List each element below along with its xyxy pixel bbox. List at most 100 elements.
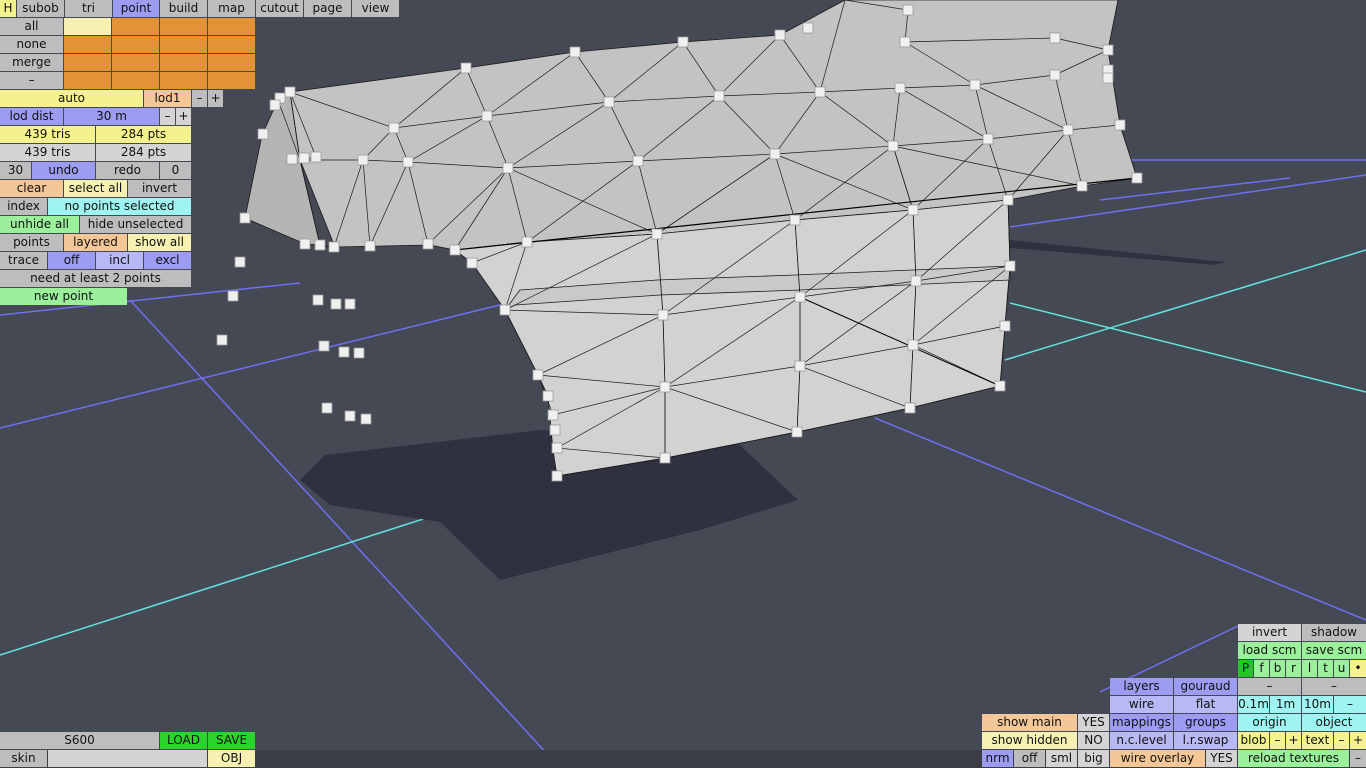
vertex-handle[interactable] [499, 304, 511, 316]
vertex-handle[interactable] [677, 36, 689, 48]
vertex-handle[interactable] [774, 29, 786, 41]
vertex-handle[interactable] [460, 62, 472, 74]
vertex-handle[interactable] [357, 154, 369, 166]
layered-button[interactable]: layered [64, 234, 127, 251]
layer-slot[interactable] [64, 54, 111, 71]
vertex-handle[interactable] [234, 256, 246, 268]
show-hidden-value[interactable]: NO [1078, 732, 1109, 749]
select-all-points-button[interactable]: select all [64, 180, 127, 197]
tab-subob[interactable]: subob [17, 0, 64, 17]
vertex-handle[interactable] [713, 90, 725, 102]
layer-slot[interactable] [160, 36, 207, 53]
wire-button[interactable]: wire [1110, 696, 1173, 713]
vertex-handle[interactable] [353, 347, 365, 359]
groups-button[interactable]: groups [1174, 714, 1237, 731]
vertex-handle[interactable] [1102, 44, 1114, 56]
layer-slot[interactable] [160, 18, 207, 35]
vertex-handle[interactable] [216, 334, 228, 346]
save-scm-button[interactable]: save scm [1302, 642, 1366, 659]
view-perspective-button[interactable]: P [1238, 660, 1253, 677]
vertex-handle[interactable] [521, 236, 533, 248]
layer-slot[interactable] [64, 36, 111, 53]
vertex-handle[interactable] [239, 212, 251, 224]
vertex-handle[interactable] [547, 409, 559, 421]
vertex-handle[interactable] [659, 381, 671, 393]
vertex-handle[interactable] [227, 290, 239, 302]
lod-dist-decrease-button[interactable]: – [160, 108, 175, 125]
vertex-handle[interactable] [402, 156, 414, 168]
merge-button[interactable]: merge [0, 54, 63, 71]
vertex-handle[interactable] [314, 239, 326, 251]
vertex-handle[interactable] [312, 294, 324, 306]
vertex-handle[interactable] [388, 122, 400, 134]
gouraud-button[interactable]: gouraud [1174, 678, 1237, 695]
view-right-button[interactable]: r [1286, 660, 1301, 677]
small-size-button[interactable]: sml [1046, 750, 1077, 767]
redo-button[interactable]: redo [96, 162, 159, 179]
view-minus-button-2[interactable]: – [1302, 678, 1366, 695]
lod-level-button[interactable]: lod1 [144, 90, 191, 107]
show-main-button[interactable]: show main [982, 714, 1077, 731]
view-back-button[interactable]: b [1270, 660, 1285, 677]
vertex-handle[interactable] [551, 470, 563, 482]
vertex-handle[interactable] [1049, 69, 1061, 81]
lod-dist-value[interactable]: 30 m [64, 108, 159, 125]
layer-slot[interactable] [112, 54, 159, 71]
show-main-value[interactable]: YES [1078, 714, 1109, 731]
layer-slot[interactable] [64, 72, 111, 89]
view-dot-icon[interactable]: • [1350, 660, 1366, 677]
invert-view-button[interactable]: invert [1238, 624, 1301, 641]
vertex-handle[interactable] [603, 96, 615, 108]
load-scm-button[interactable]: load scm [1238, 642, 1301, 659]
tab-cutout[interactable]: cutout [256, 0, 303, 17]
vertex-handle[interactable] [284, 86, 296, 98]
vertex-handle[interactable] [794, 291, 806, 303]
wire-overlay-value[interactable]: YES [1206, 750, 1237, 767]
vertex-handle[interactable] [551, 442, 563, 454]
reload-textures-button[interactable]: reload textures [1238, 750, 1349, 767]
layers-button[interactable]: layers [1110, 678, 1173, 695]
big-size-button[interactable]: big [1078, 750, 1109, 767]
vertex-handle[interactable] [910, 275, 922, 287]
step-10m-button[interactable]: 10m [1302, 696, 1333, 713]
vertex-handle[interactable] [502, 162, 514, 174]
vertex-handle[interactable] [549, 424, 561, 436]
show-all-button[interactable]: show all [128, 234, 191, 251]
vertex-handle[interactable] [481, 110, 493, 122]
undo-button[interactable]: undo [32, 162, 95, 179]
vertex-handle[interactable] [1049, 32, 1061, 44]
size-off-button[interactable]: off [1014, 750, 1045, 767]
vertex-handle[interactable] [902, 4, 914, 16]
vertex-handle[interactable] [894, 82, 906, 94]
vertex-handle[interactable] [907, 204, 919, 216]
reload-minus-button[interactable]: – [1350, 750, 1366, 767]
trace-off-button[interactable]: off [48, 252, 95, 269]
blob-decrease-button[interactable]: – [1270, 732, 1285, 749]
lod-increase-button[interactable]: + [208, 90, 223, 107]
format-button[interactable]: OBJ [208, 750, 255, 767]
mappings-button[interactable]: mappings [1110, 714, 1173, 731]
origin-button[interactable]: origin [1238, 714, 1301, 731]
invert-selection-button[interactable]: invert [128, 180, 191, 197]
vertex-handle[interactable] [328, 241, 340, 253]
vertex-handle[interactable] [769, 148, 781, 160]
view-under-button[interactable]: u [1334, 660, 1349, 677]
vertex-handle[interactable] [330, 298, 342, 310]
vertex-handle[interactable] [286, 153, 298, 165]
view-top-button[interactable]: t [1318, 660, 1333, 677]
vertex-handle[interactable] [532, 369, 544, 381]
tab-point[interactable]: point [113, 0, 159, 17]
layer-slot[interactable] [64, 18, 111, 35]
vertex-handle[interactable] [1076, 180, 1088, 192]
trace-excl-button[interactable]: excl [144, 252, 191, 269]
step-minus-button[interactable]: – [1334, 696, 1366, 713]
tab-map[interactable]: map [208, 0, 255, 17]
tab-tri[interactable]: tri [65, 0, 112, 17]
text-decrease-button[interactable]: – [1334, 732, 1349, 749]
vertex-handle[interactable] [449, 244, 461, 256]
unhide-all-button[interactable]: unhide all [0, 216, 79, 233]
vertex-handle[interactable] [1062, 124, 1074, 136]
layer-slot[interactable] [112, 72, 159, 89]
vertex-handle[interactable] [269, 99, 281, 111]
vertex-handle[interactable] [789, 214, 801, 226]
